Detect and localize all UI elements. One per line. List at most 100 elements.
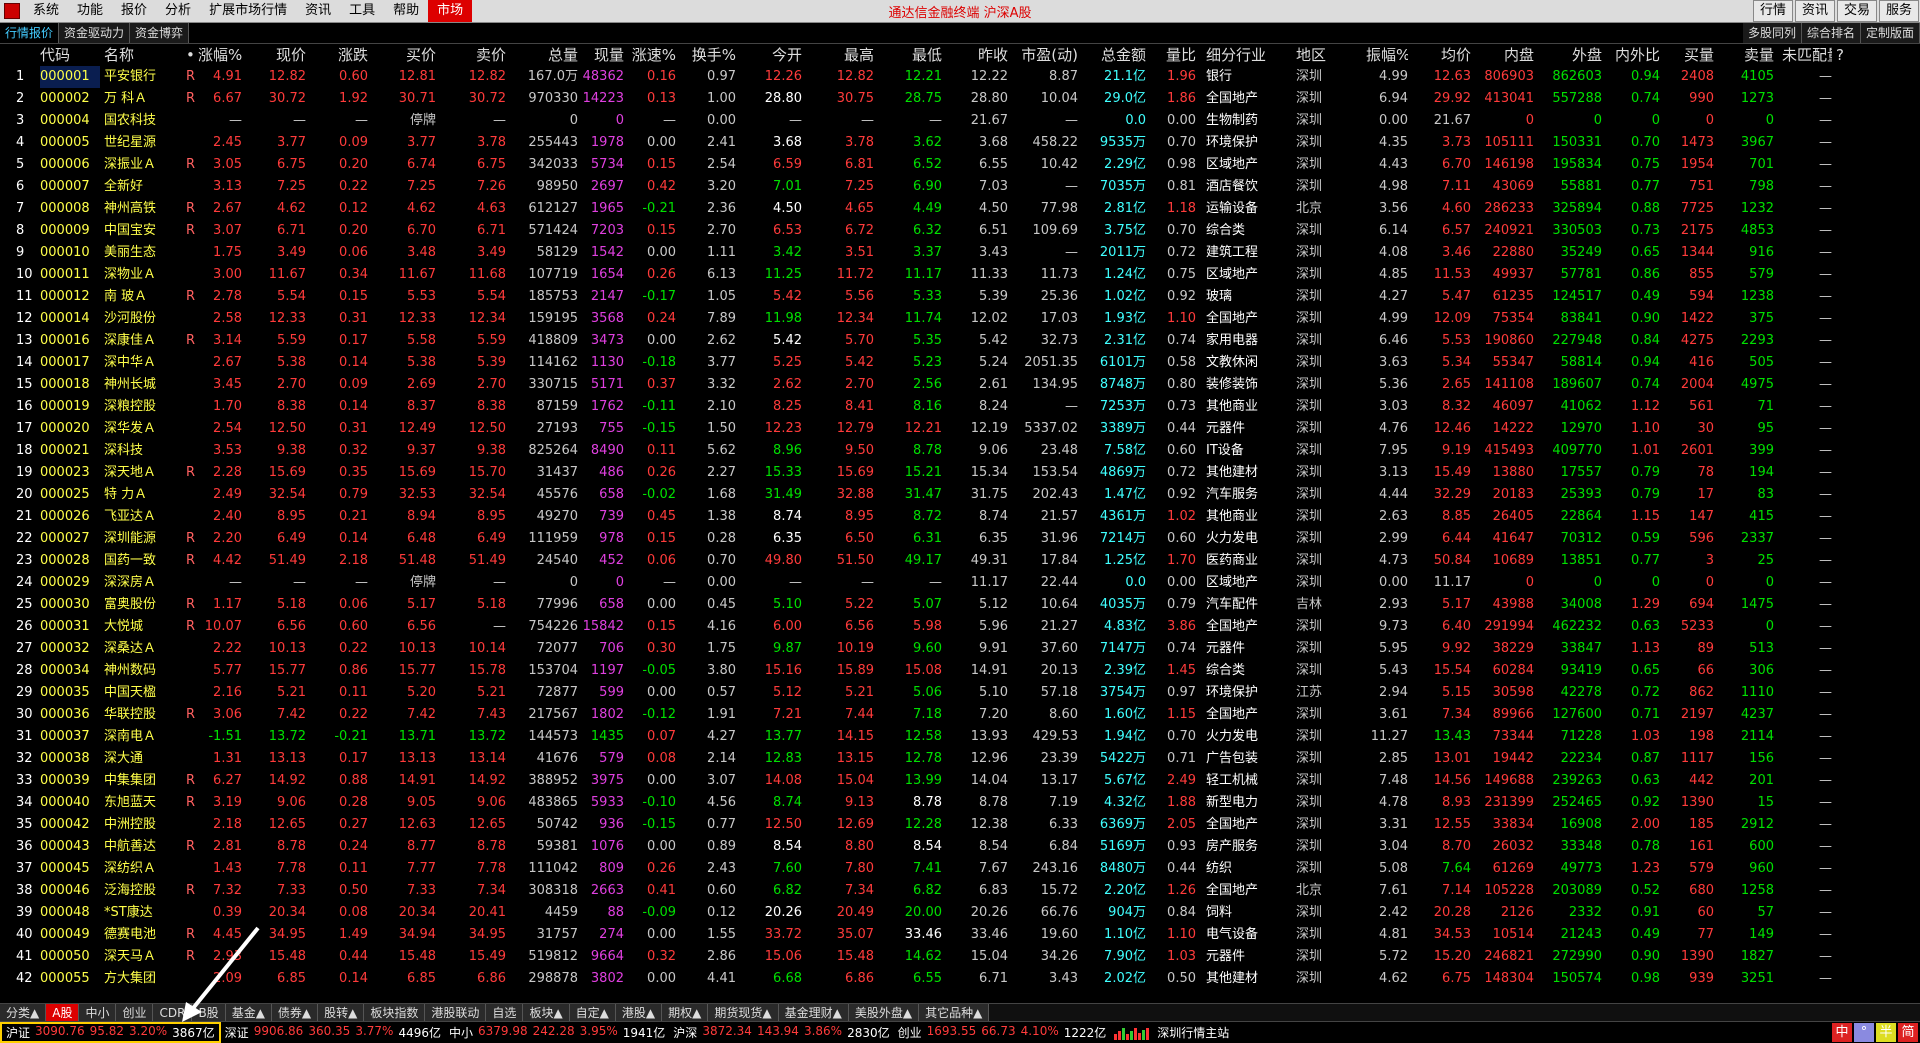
column-header[interactable]: 最低 xyxy=(878,44,942,66)
table-row[interactable]: 17 000020 深华发Ａ 2.54 12.50 0.31 12.49 12.50 27193… xyxy=(0,418,1920,440)
column-header[interactable]: 买价 xyxy=(374,44,436,66)
column-header[interactable]: • xyxy=(186,44,196,66)
column-header[interactable] xyxy=(2,44,28,66)
column-header[interactable]: 内盘 xyxy=(1478,44,1534,66)
table-row[interactable]: 27 000032 深桑达Ａ 2.22 10.13 0.22 10.13 10.14 72077… xyxy=(0,638,1920,660)
market-tab[interactable]: 自选 xyxy=(486,1004,524,1022)
table-row[interactable]: 16 000019 深粮控股 1.70 8.38 0.14 8.37 8.38 87159 176… xyxy=(0,396,1920,418)
menu-right-button[interactable]: 交易 xyxy=(1836,0,1877,22)
column-header[interactable]: 代码 xyxy=(40,44,100,66)
column-header[interactable]: 昨收 xyxy=(946,44,1008,66)
view-tab[interactable]: 多股同列 xyxy=(1742,23,1802,43)
column-header[interactable]: 最高 xyxy=(808,44,874,66)
column-header[interactable]: 振幅% xyxy=(1366,44,1408,66)
market-tab[interactable]: 港股▲ xyxy=(615,1004,663,1022)
status-badge[interactable]: 中 xyxy=(1832,1023,1852,1042)
table-row[interactable]: 5 000006 深振业Ａ R 3.05 6.75 0.20 6.74 6.75 342033 57… xyxy=(0,154,1920,176)
table-row[interactable]: 42 000055 方大集团 2.09 6.85 0.14 6.85 6.86 298878 38… xyxy=(0,968,1920,990)
index-zx[interactable]: 中小 6379.98 242.28 3.95% 1941亿 xyxy=(445,1024,669,1041)
column-header[interactable]: 卖价 xyxy=(442,44,506,66)
column-header[interactable]: 未匹配量 xyxy=(1782,44,1832,66)
market-tab[interactable]: 板块指数 xyxy=(364,1004,426,1022)
column-header[interactable]: 涨速% xyxy=(628,44,676,66)
column-header[interactable]: 均价 xyxy=(1416,44,1471,66)
table-row[interactable]: 19 000023 深天地Ａ R 2.28 15.69 0.35 15.69 15.70 3143… xyxy=(0,462,1920,484)
market-tab[interactable]: CDR xyxy=(153,1004,193,1022)
market-tab[interactable]: 港股联动 xyxy=(425,1004,487,1022)
table-row[interactable]: 11 000012 南 玻Ａ R 2.78 5.54 0.15 5.53 5.54 185753 2… xyxy=(0,286,1920,308)
column-header[interactable]: 现量 xyxy=(576,44,624,66)
server-name[interactable]: 深圳行情主站 xyxy=(1153,1024,1233,1041)
column-header[interactable]: 细分行业 xyxy=(1206,44,1272,66)
status-badge[interactable]: 简 xyxy=(1898,1023,1918,1042)
column-header[interactable]: 换手% xyxy=(682,44,736,66)
menu-item[interactable]: 资讯 xyxy=(296,0,340,22)
menu-item[interactable]: 帮助 xyxy=(384,0,428,22)
menu-right-button[interactable]: 服务 xyxy=(1878,0,1919,22)
table-row[interactable]: 28 000034 神州数码 5.77 15.77 0.86 15.77 15.78 15370… xyxy=(0,660,1920,682)
table-row[interactable]: 22 000027 深圳能源 R 2.20 6.49 0.14 6.48 6.49 111959 9… xyxy=(0,528,1920,550)
table-row[interactable]: 8 000009 中国宝安 R 3.07 6.71 0.20 6.70 6.71 571424 72… xyxy=(0,220,1920,242)
table-row[interactable]: 20 000025 特 力Ａ 2.49 32.54 0.79 32.53 32.54 45576… xyxy=(0,484,1920,506)
table-row[interactable]: 36 000043 中航善达 R 2.81 8.78 0.24 8.77 8.78 59381 10… xyxy=(0,836,1920,858)
menu-item[interactable]: 功能 xyxy=(68,0,112,22)
market-tab[interactable]: A股 xyxy=(46,1004,80,1022)
market-tab[interactable]: 中小 xyxy=(79,1004,117,1022)
market-tab[interactable]: 美股外盘▲ xyxy=(848,1004,920,1022)
column-header[interactable]: 外盘 xyxy=(1542,44,1602,66)
menu-item[interactable]: 扩展市场行情 xyxy=(200,0,296,22)
menu-item[interactable]: 报价 xyxy=(112,0,156,22)
status-badge[interactable]: 半 xyxy=(1876,1023,1896,1042)
table-row[interactable]: 26 000031 大悦城 R 10.07 6.56 0.60 6.56 — 754226 1584… xyxy=(0,616,1920,638)
market-tab[interactable]: 其它品种▲ xyxy=(919,1004,990,1022)
table-row[interactable]: 25 000030 富奥股份 R 1.17 5.18 0.06 5.17 5.18 77996 65… xyxy=(0,594,1920,616)
table-row[interactable]: 40 000049 德赛电池 R 4.45 34.95 1.49 34.94 34.95 3175… xyxy=(0,924,1920,946)
table-row[interactable]: 23 000028 国药一致 R 4.42 51.49 2.18 51.48 51.49 2454… xyxy=(0,550,1920,572)
table-row[interactable]: 38 000046 泛海控股 R 7.32 7.33 0.50 7.33 7.34 308318 2… xyxy=(0,880,1920,902)
view-tab[interactable]: 资金驱动力 xyxy=(59,23,131,43)
table-row[interactable]: 7 000008 神州高铁 R 2.67 4.62 0.12 4.62 4.63 612127 19… xyxy=(0,198,1920,220)
table-row[interactable]: 1 000001 平安银行 R 4.91 12.82 0.60 12.81 12.82 167.0… xyxy=(0,66,1920,88)
menu-market[interactable]: 市场 xyxy=(428,0,473,22)
menu-right-button[interactable]: 资讯 xyxy=(1794,0,1835,22)
market-tab[interactable]: B股 xyxy=(192,1004,226,1022)
table-row[interactable]: 10 000011 深物业Ａ 3.00 11.67 0.34 11.67 11.68 10771… xyxy=(0,264,1920,286)
table-row[interactable]: 41 000050 深天马Ａ R 2.93 15.48 0.44 15.48 15.49 5198… xyxy=(0,946,1920,968)
column-header[interactable]: 今开 xyxy=(738,44,802,66)
table-row[interactable]: 4 000005 世纪星源 2.45 3.77 0.09 3.77 3.78 255443 197… xyxy=(0,132,1920,154)
table-row[interactable]: 30 000036 华联控股 R 3.06 7.42 0.22 7.42 7.43 217567 1… xyxy=(0,704,1920,726)
market-tab[interactable]: 债券▲ xyxy=(271,1004,319,1022)
column-header[interactable]: 买量 xyxy=(1668,44,1714,66)
column-header[interactable]: 涨跌 xyxy=(312,44,368,66)
column-header[interactable]: 总金额 xyxy=(1084,44,1146,66)
index-cy[interactable]: 创业 1693.55 66.73 4.10% 1222亿 xyxy=(894,1024,1111,1041)
view-tab[interactable]: 定制版面 xyxy=(1860,23,1920,43)
table-row[interactable]: 21 000026 飞亚达Ａ 2.40 8.95 0.21 8.94 8.95 49270 739… xyxy=(0,506,1920,528)
table-row[interactable]: 3 000004 国农科技 — — — 停牌 — 0 0 — 0.00 — — — 21.67 — 0.0 0.00… xyxy=(0,110,1920,132)
table-row[interactable]: 39 000048 *ST康达 0.39 20.34 0.08 20.34 20.41 4459… xyxy=(0,902,1920,924)
menu-item[interactable]: 分析 xyxy=(156,0,200,22)
column-header[interactable]: 卖量 xyxy=(1724,44,1774,66)
market-tab[interactable]: 股转▲ xyxy=(318,1004,365,1022)
table-row[interactable]: 34 000040 东旭蓝天 R 3.19 9.06 0.28 9.05 9.06 483865 5… xyxy=(0,792,1920,814)
index-hs[interactable]: 沪深 3872.34 143.94 3.86% 2830亿 xyxy=(669,1024,893,1041)
market-tab[interactable]: 期权▲ xyxy=(662,1004,709,1022)
index-sz[interactable]: 深证 9906.86 360.35 3.77% 4496亿 xyxy=(221,1024,445,1041)
table-row[interactable]: 35 000042 中洲控股 2.18 12.65 0.27 12.63 12.65 50742… xyxy=(0,814,1920,836)
header-help-icon[interactable]: ? xyxy=(1836,44,1852,66)
market-tab[interactable]: 基金理财▲ xyxy=(778,1004,849,1022)
index-sh[interactable]: 沪证 3090.76 95.82 3.20% 3867亿 xyxy=(0,1022,221,1043)
market-tab[interactable]: 自定▲ xyxy=(569,1004,616,1022)
view-tab[interactable]: 资金博弈 xyxy=(130,23,190,43)
status-badge[interactable]: ° xyxy=(1854,1023,1874,1042)
table-row[interactable]: 33 000039 中集集团 R 6.27 14.92 0.88 14.91 14.92 3889… xyxy=(0,770,1920,792)
table-row[interactable]: 31 000037 深南电Ａ -1.51 13.72 -0.21 13.71 13.72 144… xyxy=(0,726,1920,748)
menu-item[interactable]: 工具 xyxy=(340,0,384,22)
table-row[interactable]: 15 000018 神州长城 3.45 2.70 0.09 2.69 2.70 330715 51… xyxy=(0,374,1920,396)
column-header[interactable]: 市盈(动) xyxy=(1014,44,1078,66)
market-tab[interactable]: 创业 xyxy=(116,1004,154,1022)
table-row[interactable]: 18 000021 深科技 3.53 9.38 0.32 9.37 9.38 825264 849… xyxy=(0,440,1920,462)
table-row[interactable]: 14 000017 深中华Ａ 2.67 5.38 0.14 5.38 5.39 114162 11… xyxy=(0,352,1920,374)
table-row[interactable]: 32 000038 深大通 1.31 13.13 0.17 13.13 13.14 41676 5… xyxy=(0,748,1920,770)
table-row[interactable]: 12 000014 沙河股份 2.58 12.33 0.31 12.33 12.34 15919… xyxy=(0,308,1920,330)
